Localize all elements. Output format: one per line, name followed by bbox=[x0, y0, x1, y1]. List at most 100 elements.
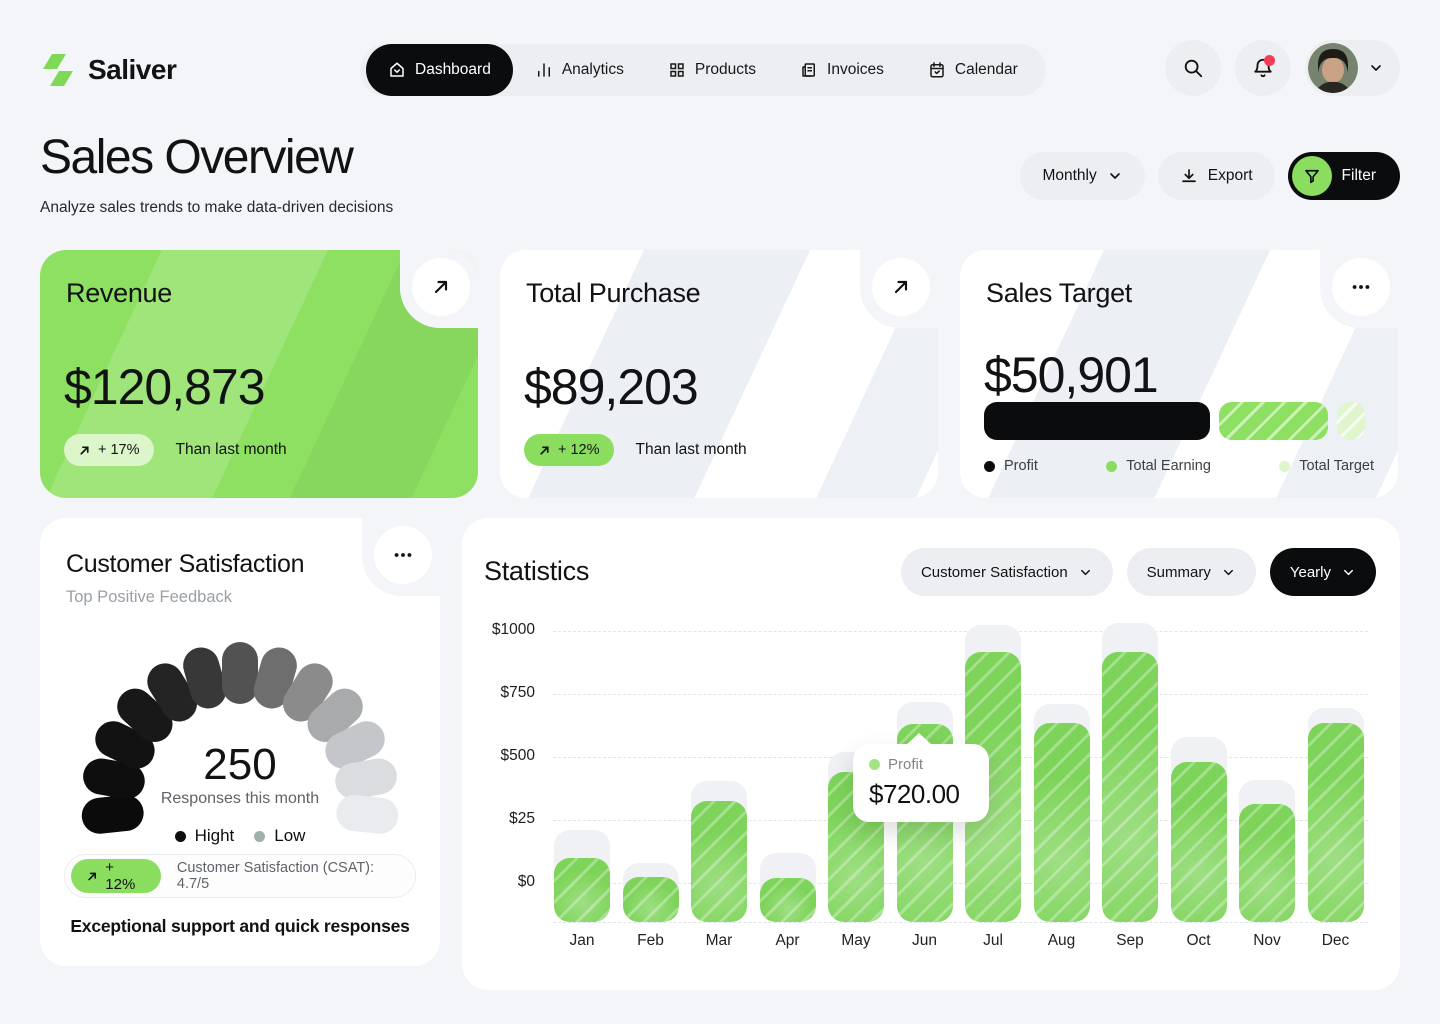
search-icon bbox=[1182, 57, 1204, 79]
card-value: $50,901 bbox=[984, 346, 1158, 404]
gauge-legend: Hight Low bbox=[40, 826, 440, 846]
nav-item-dashboard[interactable]: Dashboard bbox=[366, 44, 513, 96]
filter-button[interactable]: Filter bbox=[1288, 152, 1400, 200]
trend-caption: Than last month bbox=[636, 441, 747, 459]
y-axis-tick-label: $25 bbox=[462, 810, 535, 828]
nav-item-products[interactable]: Products bbox=[646, 44, 778, 96]
export-button-label: Export bbox=[1208, 167, 1253, 185]
bar-apr[interactable] bbox=[760, 878, 816, 922]
nav-item-label: Invoices bbox=[827, 61, 884, 79]
bar-oct[interactable] bbox=[1171, 762, 1227, 922]
statistics-card: Statistics Customer SatisfactionSummaryY… bbox=[462, 518, 1400, 990]
x-axis-tick-label: Sep bbox=[1095, 932, 1165, 950]
x-axis-tick-label: Mar bbox=[684, 932, 754, 950]
nav-item-label: Products bbox=[695, 61, 756, 79]
trend-badge-label: + 12% bbox=[558, 442, 600, 458]
download-icon bbox=[1180, 167, 1198, 185]
trend-badge: + 12% bbox=[524, 434, 614, 466]
legend-dot-icon bbox=[1279, 461, 1290, 472]
analytics-icon bbox=[535, 61, 553, 79]
notifications-button[interactable] bbox=[1235, 40, 1291, 96]
search-button[interactable] bbox=[1165, 40, 1221, 96]
csat-badge-label: + 12% bbox=[105, 859, 146, 893]
nav-item-calendar[interactable]: Calendar bbox=[906, 44, 1040, 96]
profit-dot-icon bbox=[869, 759, 880, 770]
period-dropdown-label: Monthly bbox=[1042, 167, 1096, 185]
user-menu[interactable] bbox=[1305, 40, 1400, 96]
csat-score-text: Customer Satisfaction (CSAT): 4.7/5 bbox=[177, 860, 399, 892]
x-axis-tick-label: Aug bbox=[1027, 932, 1097, 950]
progress-segment-total-target bbox=[1337, 402, 1365, 440]
sales-target-legend: Profit Total Earning Total Target bbox=[984, 458, 1374, 474]
sales-target-progress bbox=[984, 402, 1374, 440]
csat-trend-badge: + 12% bbox=[71, 859, 161, 893]
period-dropdown[interactable]: Monthly bbox=[1020, 152, 1144, 200]
more-options-button[interactable] bbox=[1332, 258, 1390, 316]
tooltip-series: Profit bbox=[869, 756, 973, 773]
progress-segment-profit bbox=[984, 402, 1210, 440]
chevron-down-icon bbox=[1107, 168, 1123, 184]
nav-item-invoices[interactable]: Invoices bbox=[778, 44, 906, 96]
customer-satisfaction-card: Customer Satisfaction Top Positive Feedb… bbox=[40, 518, 440, 966]
card-title: Total Purchase bbox=[526, 278, 700, 309]
legend-item-profit: Profit bbox=[984, 458, 1038, 474]
card-value: $89,203 bbox=[524, 358, 698, 416]
bar-nov[interactable] bbox=[1239, 804, 1295, 922]
bar-sep[interactable] bbox=[1102, 652, 1158, 922]
x-axis-tick-label: Feb bbox=[616, 932, 686, 950]
ellipsis-icon bbox=[392, 544, 414, 566]
main-nav: Dashboard Analytics Products Invoices Calend… bbox=[360, 44, 1046, 96]
x-axis-tick-label: Jun bbox=[890, 932, 960, 950]
page-title: Sales Overview bbox=[40, 130, 393, 185]
legend-label: Low bbox=[274, 826, 305, 846]
bar-jan[interactable] bbox=[554, 858, 610, 922]
legend-item-total-earning: Total Earning bbox=[1106, 458, 1211, 474]
nav-item-label: Calendar bbox=[955, 61, 1018, 79]
revenue-card: Revenue $120,873 + 17% Than last month bbox=[40, 250, 478, 498]
avatar bbox=[1308, 43, 1358, 93]
bar-dec[interactable] bbox=[1308, 723, 1364, 922]
saliver-logo-icon bbox=[40, 52, 76, 88]
trend-caption: Than last month bbox=[176, 441, 287, 459]
page-header: Sales Overview Analyze sales trends to m… bbox=[40, 130, 393, 217]
nav-item-label: Dashboard bbox=[415, 61, 491, 79]
topbar-actions bbox=[1165, 40, 1400, 96]
notification-dot bbox=[1264, 55, 1275, 66]
csat-summary-pill: + 12% Customer Satisfaction (CSAT): 4.7/… bbox=[64, 854, 416, 898]
trend-badge-label: + 17% bbox=[98, 442, 140, 458]
nav-item-analytics[interactable]: Analytics bbox=[513, 44, 646, 96]
expand-button[interactable] bbox=[412, 258, 470, 316]
gauge-legend-item-hight: Hight bbox=[175, 826, 235, 846]
bar-feb[interactable] bbox=[623, 877, 679, 922]
more-options-button[interactable] bbox=[374, 526, 432, 584]
x-axis-tick-label: May bbox=[821, 932, 891, 950]
arrow-up-right-icon bbox=[891, 277, 911, 297]
tooltip-series-label: Profit bbox=[888, 756, 923, 773]
x-axis-tick-label: Apr bbox=[753, 932, 823, 950]
stat-cards-row: Revenue $120,873 + 17% Than last month T… bbox=[40, 250, 1398, 498]
gridline bbox=[553, 694, 1368, 695]
products-grid-icon bbox=[668, 61, 686, 79]
card-value: $120,873 bbox=[64, 358, 265, 416]
legend-label: Total Target bbox=[1299, 458, 1374, 474]
legend-label: Total Earning bbox=[1126, 458, 1211, 474]
legend-label: Hight bbox=[195, 826, 235, 846]
card-title: Sales Target bbox=[986, 278, 1132, 309]
legend-label: Profit bbox=[1004, 458, 1038, 474]
topbar: Saliver Dashboard Analytics Products Invoic… bbox=[40, 40, 1400, 100]
x-axis-tick-label: Jan bbox=[547, 932, 617, 950]
bar-mar[interactable] bbox=[691, 801, 747, 922]
sales-target-card: Sales Target $50,901 Profit Total Earning… bbox=[960, 250, 1398, 498]
nav-item-label: Analytics bbox=[562, 61, 624, 79]
brand: Saliver bbox=[40, 52, 176, 88]
export-button[interactable]: Export bbox=[1158, 152, 1275, 200]
invoices-icon bbox=[800, 61, 818, 79]
bar-aug[interactable] bbox=[1034, 723, 1090, 922]
expand-button[interactable] bbox=[872, 258, 930, 316]
baseline-gridline bbox=[553, 922, 1368, 923]
progress-segment-total-earning bbox=[1219, 402, 1328, 440]
legend-dot-icon bbox=[1106, 461, 1117, 472]
legend-item-total-target: Total Target bbox=[1279, 458, 1374, 474]
page-subtitle: Analyze sales trends to make data-driven… bbox=[40, 199, 393, 217]
legend-dot-icon bbox=[254, 831, 265, 842]
